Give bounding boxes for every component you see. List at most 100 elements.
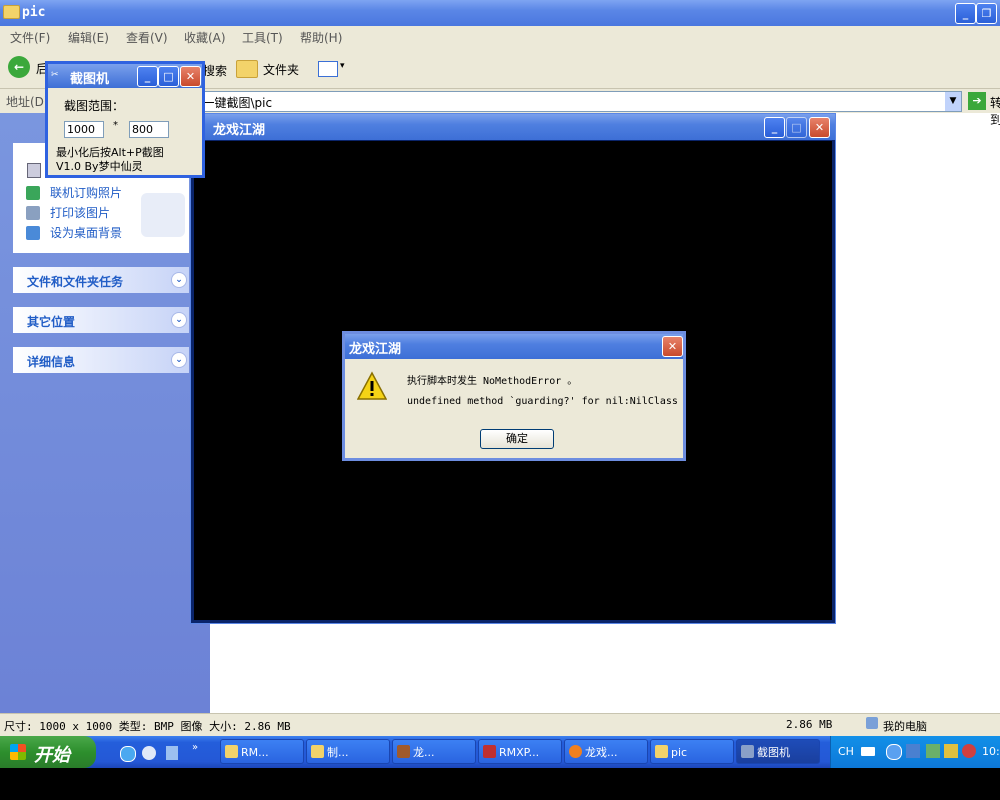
menu-view[interactable]: 查看(V) (126, 29, 168, 46)
update-icon[interactable] (962, 744, 976, 758)
close-button[interactable]: ✕ (180, 66, 201, 87)
taskbar: 开始 » RM... 制... 龙... RMXP... 龙戏... pic 截… (0, 736, 1000, 768)
maximize-button[interactable]: □ (786, 117, 807, 138)
media-icon[interactable] (142, 746, 156, 760)
task-label: RMXP... (499, 746, 540, 759)
task-button-1[interactable]: RM... (220, 739, 304, 764)
warning-icon (356, 371, 388, 401)
views-icon (318, 61, 338, 77)
task-pane: 联机订购照片 打印该图片 设为桌面背景 文件和文件夹任务 ⌄ 其它位置 ⌄ 详细… (0, 113, 210, 713)
restore-button[interactable]: ❐ (976, 3, 997, 24)
order-photos-icon (26, 186, 40, 200)
printer-icon (26, 206, 40, 220)
folder-icon (3, 5, 20, 19)
menu-bar: 文件(F) 编辑(E) 查看(V) 收藏(A) 工具(T) 帮助(H) (0, 26, 1000, 48)
capture-title-bar[interactable]: ✂ 截图机 _ □ ✕ (48, 64, 202, 88)
computer-icon (866, 717, 878, 729)
task-label: RM... (241, 746, 269, 759)
go-label: 转到 (990, 96, 1000, 127)
task-button-6[interactable]: pic (650, 739, 734, 764)
section-label: 其它位置 (27, 315, 76, 329)
task-button-4[interactable]: RMXP... (478, 739, 562, 764)
section-details[interactable]: 详细信息 ⌄ (13, 347, 189, 373)
folders-button[interactable]: 文件夹 (236, 57, 306, 81)
task-label: 截图机 (757, 746, 790, 759)
task-button-3[interactable]: 龙... (392, 739, 476, 764)
section-other-places[interactable]: 其它位置 ⌄ (13, 307, 189, 333)
minimize-button[interactable]: _ (955, 3, 976, 24)
rmxp-icon (483, 745, 496, 758)
separator-label: * (113, 120, 118, 131)
chevron-down-icon[interactable]: ⌄ (171, 352, 187, 368)
screen-border (0, 768, 1000, 800)
game-icon (397, 745, 410, 758)
chevron-right-icon[interactable]: » (192, 742, 198, 753)
task-label: 龙... (413, 746, 435, 759)
start-button[interactable]: 开始 (0, 736, 96, 768)
tray-arrow-icon[interactable] (886, 744, 902, 760)
chevron-down-icon[interactable]: ⌄ (171, 272, 187, 288)
capture-app-icon: ✂ (51, 70, 59, 80)
game-title: 龙戏江湖 (213, 123, 266, 138)
close-button[interactable]: ✕ (662, 336, 683, 357)
section-label: 详细信息 (27, 355, 76, 369)
capture-icon (741, 745, 754, 758)
minimize-button[interactable]: _ (764, 117, 785, 138)
folder-icon (236, 60, 258, 78)
capture-title: 截图机 (70, 72, 110, 87)
height-input[interactable]: 800 (129, 121, 169, 138)
search-label: 搜索 (203, 64, 228, 78)
explorer-title: pic (22, 5, 46, 20)
task-button-5[interactable]: 龙戏... (564, 739, 648, 764)
width-input[interactable]: 1000 (64, 121, 104, 138)
menu-help[interactable]: 帮助(H) (300, 29, 342, 46)
address-label: 地址(D) (6, 95, 49, 109)
menu-favorites[interactable]: 收藏(A) (184, 29, 226, 46)
maximize-button[interactable]: □ (158, 66, 179, 87)
views-button[interactable]: ▾ (316, 59, 352, 79)
menu-tools[interactable]: 工具(T) (242, 29, 283, 46)
language-indicator[interactable]: CH (838, 745, 854, 758)
start-label: 开始 (34, 745, 70, 766)
windows-logo-icon (10, 744, 26, 760)
close-button[interactable]: ✕ (809, 117, 830, 138)
menu-file[interactable]: 文件(F) (10, 29, 50, 46)
menu-edit[interactable]: 编辑(E) (68, 29, 109, 46)
status-info: 尺寸: 1000 x 1000 类型: BMP 图像 大小: 2.86 MB (4, 720, 291, 733)
capture-tool-window: ✂ 截图机 _ □ ✕ 截图范围： 1000 * 800 最小化后按Alt+P截… (45, 61, 205, 178)
minimize-button[interactable]: _ (137, 66, 158, 87)
go-arrow-icon: ➔ (968, 92, 986, 110)
clock[interactable]: 10: (982, 745, 1000, 758)
sun-icon (569, 745, 582, 758)
chevron-down-icon[interactable]: ⌄ (171, 312, 187, 328)
link-order-photos[interactable]: 联机订购照片 (50, 184, 122, 201)
ie-icon[interactable] (120, 746, 136, 762)
version-text: V1.0 By梦中仙灵 (56, 160, 143, 173)
system-tray: CH 10: (830, 736, 1000, 768)
dialog-title-bar[interactable]: 龙戏江湖 ✕ (345, 334, 683, 359)
section-file-folder-tasks[interactable]: 文件和文件夹任务 ⌄ (13, 267, 189, 293)
quicklaunch-icon[interactable] (166, 746, 178, 760)
task-button-2[interactable]: 制... (306, 739, 390, 764)
game-title-bar[interactable]: 龙戏江湖 _ □ ✕ (191, 114, 835, 140)
status-bar: 尺寸: 1000 x 1000 类型: BMP 图像 大小: 2.86 MB 2… (0, 713, 1000, 736)
explorer-title-bar[interactable]: pic _ ❐ (0, 0, 1000, 26)
error-dialog: 龙戏江湖 ✕ 执行脚本时发生 NoMethodError 。 undefined… (342, 331, 686, 461)
go-button[interactable]: ➔ 转到 (968, 91, 1000, 127)
status-location: 我的电脑 (883, 720, 927, 733)
task-button-7[interactable]: 截图机 (736, 739, 820, 764)
folder-icon (311, 745, 324, 758)
network-icon[interactable] (906, 744, 920, 758)
link-set-desktop[interactable]: 设为桌面背景 (50, 224, 122, 241)
back-arrow-icon: ← (8, 56, 30, 78)
watermark-icon (141, 193, 185, 237)
ok-button[interactable]: 确定 (480, 429, 554, 449)
link-print-picture[interactable]: 打印该图片 (50, 204, 110, 221)
volume-icon[interactable] (944, 744, 958, 758)
task-label: 龙戏... (585, 746, 618, 759)
keyboard-icon[interactable] (861, 747, 875, 756)
folders-label: 文件夹 (263, 63, 300, 77)
chevron-down-icon: ▾ (340, 61, 345, 71)
chevron-down-icon[interactable]: ▼ (945, 92, 961, 111)
security-icon[interactable] (926, 744, 940, 758)
